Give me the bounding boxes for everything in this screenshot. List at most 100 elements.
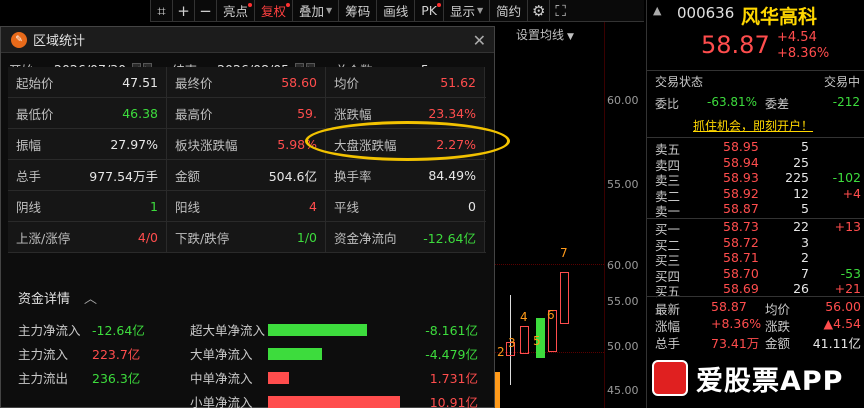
stats-cell: 板块涨跌幅 5.98% <box>167 129 326 159</box>
restore-icon[interactable]: ⛶ <box>549 0 571 21</box>
status-value: 交易中 <box>823 75 860 89</box>
book-vol: 3 <box>801 234 809 250</box>
fund-row: 主力流入 223.7亿 大单净流入 -4.479亿 <box>16 342 486 364</box>
dialog-titlebar[interactable]: ✎ 区域统计 ✕ <box>1 27 494 53</box>
stats-label: 平线 <box>334 199 360 215</box>
stats-value: 4 <box>309 198 317 214</box>
candle-label: 6 <box>547 308 555 322</box>
open-account-link[interactable]: 抓住机会，即刻开户！ <box>693 117 813 134</box>
stats-cell: 振幅 27.97% <box>8 129 167 159</box>
quote-stat-v2: 56.00 <box>825 299 861 314</box>
fund-details-toggle[interactable]: 资金详情 ︿ <box>8 284 97 310</box>
stats-label: 总手 <box>16 168 42 184</box>
price-change-pct: +8.36% <box>777 46 830 61</box>
toolbar-pk-button[interactable]: PK <box>414 0 443 21</box>
stats-value: -12.64亿 <box>423 230 476 246</box>
quote-stat-v2: ▲4.54 <box>823 316 861 331</box>
app-logo-icon: ✎ <box>11 31 27 48</box>
stats-label: 阳线 <box>175 199 201 215</box>
book-price: 58.72 <box>723 234 759 250</box>
book-vol: 26 <box>793 281 809 296</box>
price-tick: 50.00 <box>607 340 639 353</box>
stats-label: 上涨/涨停 <box>16 230 71 246</box>
wc-value: -212 <box>832 95 860 109</box>
candle <box>560 272 569 324</box>
price-tick: 55.00 <box>607 178 639 191</box>
ask-row[interactable]: 卖一 58.87 5 <box>647 201 864 219</box>
settings-icon[interactable]: ⚙ <box>527 0 549 21</box>
book-chg: -102 <box>832 170 861 185</box>
wb-label: 委比 <box>655 97 680 111</box>
stats-cell: 阴线 1 <box>8 191 167 221</box>
price-axis: 60.00 55.00 60.00 55.00 50.00 45.00 <box>604 22 644 408</box>
toolbar-highlight-button[interactable]: 亮点 <box>216 0 254 21</box>
crosshair-icon[interactable]: ⌗ <box>150 0 172 21</box>
ma-setting-button[interactable]: 设置均线 ▼ <box>516 26 574 43</box>
book-price: 58.71 <box>723 250 759 265</box>
book-chg: +21 <box>834 281 861 296</box>
toolbar-overlay-button[interactable]: 叠加 ▼ <box>292 0 338 21</box>
candle-label: 5 <box>533 334 541 348</box>
book-vol: 225 <box>785 170 809 185</box>
bid-row[interactable]: 买一 58.73 22 +13 <box>647 219 864 237</box>
wb-value: -63.81% <box>707 95 758 109</box>
bid-row[interactable]: 买五 58.69 26 +21 <box>647 281 864 299</box>
stats-value: 27.97% <box>110 136 158 152</box>
stats-value: 504.6亿 <box>268 168 317 184</box>
quote-stat-row: 总手 73.41万 金额 41.11亿 <box>647 333 864 351</box>
ask-row[interactable]: 卖五 58.95 5 <box>647 139 864 157</box>
quote-stat-row: 最新 58.87 均价 56.00 <box>647 299 864 317</box>
wc-label: 委差 <box>765 97 790 111</box>
toolbar-display-button[interactable]: 显示 ▼ <box>442 0 489 21</box>
stats-label: 振幅 <box>16 137 42 153</box>
toolbar-chips-button[interactable]: 筹码 <box>338 0 376 21</box>
toolbar-simple-button[interactable]: 简约 <box>489 0 527 21</box>
fund-value: -12.64亿 <box>92 323 145 338</box>
candle <box>520 326 529 354</box>
stats-label: 金额 <box>175 168 201 184</box>
zoom-out-button[interactable]: − <box>194 0 216 21</box>
stats-value: 58.60 <box>281 74 317 90</box>
toolbar-adjust-button[interactable]: 复权 <box>254 0 292 21</box>
fund-flow-value: 1.731亿 <box>429 371 478 386</box>
stats-value: 23.34% <box>428 105 476 121</box>
fund-flow-label: 超大单净流入 <box>190 323 266 338</box>
stats-value: 1/0 <box>296 229 317 245</box>
stats-cell: 下跌/跌停 1/0 <box>167 222 326 252</box>
fund-flow-label: 大单净流入 <box>190 347 253 362</box>
price-tick: 60.00 <box>607 94 639 107</box>
fund-label: 主力流入 <box>18 347 69 362</box>
bid-row[interactable]: 买三 58.71 2 <box>647 250 864 268</box>
ask-row[interactable]: 卖二 58.92 12 +4 <box>647 186 864 204</box>
fund-flow-bar <box>268 348 322 360</box>
stats-cell: 总手 977.54万手 <box>8 160 167 190</box>
stats-label: 换手率 <box>334 168 372 184</box>
stats-value: 47.51 <box>122 74 158 90</box>
toolbar-draw-button[interactable]: 画线 <box>376 0 414 21</box>
stats-label: 最低价 <box>16 106 54 122</box>
stats-value: 46.38 <box>122 105 158 121</box>
fund-flow-value: -8.161亿 <box>425 323 478 338</box>
book-price: 58.70 <box>723 265 759 281</box>
bid-row[interactable]: 买二 58.72 3 <box>647 234 864 253</box>
quote-stat-row: 涨幅 +8.36% 涨跌 ▲4.54 <box>647 316 864 334</box>
stats-label: 起始价 <box>16 75 54 91</box>
stats-cell: 换手率 84.49% <box>326 160 485 190</box>
book-vol: 22 <box>793 219 809 234</box>
bid-row[interactable]: 买四 58.70 7 -53 <box>647 265 864 284</box>
ask-row[interactable]: 卖四 58.94 25 <box>647 155 864 173</box>
book-vol: 5 <box>801 139 809 154</box>
stats-value: 977.54万手 <box>89 168 158 184</box>
quote-panel: ▲ 000636 风华高科 58.87 +4.54 +8.36% 交易状态 交易… <box>646 0 864 408</box>
book-price: 58.69 <box>723 281 759 296</box>
stats-value: 59. <box>297 105 317 121</box>
book-price: 58.95 <box>723 139 759 154</box>
fund-flow-value: 10.91亿 <box>429 395 478 408</box>
fund-details-title: 资金详情 <box>18 291 71 307</box>
zoom-in-button[interactable]: + <box>172 0 194 21</box>
close-icon[interactable]: ✕ <box>473 31 486 50</box>
book-chg: +13 <box>834 219 861 234</box>
candle-label: 3 <box>508 336 516 350</box>
stats-row: 上涨/涨停 4/0 下跌/跌停 1/0 资金净流向 -12.64亿 <box>8 222 486 253</box>
ask-row[interactable]: 卖三 58.93 225 -102 <box>647 170 864 188</box>
